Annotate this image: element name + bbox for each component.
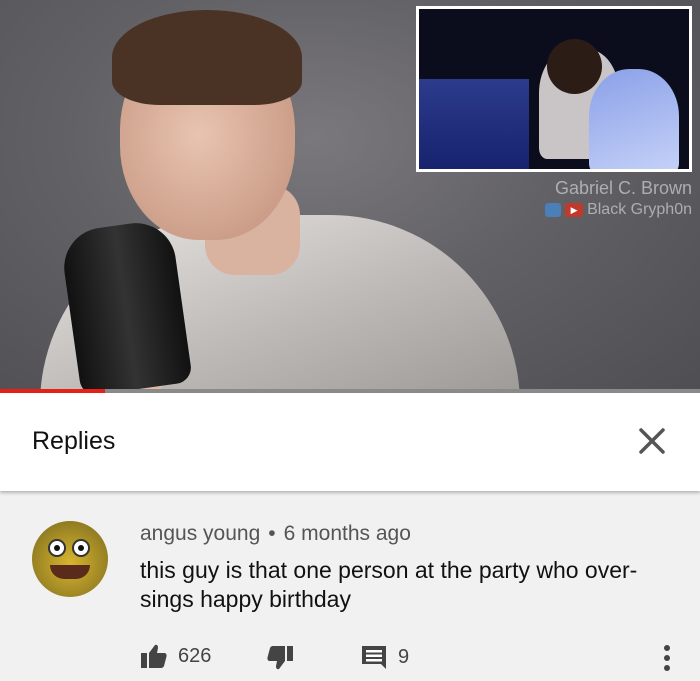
watermark-name: Gabriel C. Brown (554, 178, 692, 198)
comment-author[interactable]: angus young (140, 522, 260, 545)
replies-header: Replies (0, 393, 700, 491)
picture-in-picture-video (416, 6, 692, 172)
avatar-right-eye (72, 539, 90, 557)
comment-time: 6 months ago (283, 522, 411, 545)
like-button[interactable]: 626 (140, 643, 211, 669)
close-button[interactable] (632, 421, 672, 461)
watermark-channel: Black Gryph0n (587, 201, 692, 218)
more-options-button[interactable] (660, 643, 674, 673)
more-vert-icon (664, 645, 670, 671)
like-count: 626 (178, 644, 212, 667)
thumbs-up-icon (141, 644, 167, 668)
reply-icon (362, 646, 386, 669)
pip-performer-1-hair (547, 39, 602, 94)
comment-text: this guy is that one person at the party… (140, 557, 638, 612)
twitter-icon (545, 203, 562, 217)
pip-performer-2 (589, 69, 679, 169)
video-player[interactable]: Gabriel C. Brown ▶ Black Gryph0n (0, 0, 700, 392)
avatar-mouth (50, 565, 90, 579)
comment-actions: 626 9 (140, 643, 680, 673)
reply-button[interactable]: 9 (360, 643, 409, 671)
comment-meta: angus young • 6 months ago (140, 522, 411, 546)
singer-hair (112, 10, 302, 105)
avatar[interactable] (32, 521, 108, 597)
comment: angus young • 6 months ago this guy is tha… (0, 491, 700, 681)
video-watermark: Gabriel C. Brown ▶ Black Gryph0n (545, 177, 692, 221)
pip-stage-light (419, 79, 529, 169)
meta-separator: • (268, 522, 276, 545)
reply-count: 9 (398, 645, 410, 668)
dislike-button[interactable] (266, 645, 294, 671)
youtube-icon: ▶ (565, 203, 584, 217)
close-icon (639, 428, 665, 454)
thumbs-down-icon (267, 646, 293, 670)
replies-title: Replies (32, 427, 116, 455)
avatar-left-eye (48, 539, 66, 557)
